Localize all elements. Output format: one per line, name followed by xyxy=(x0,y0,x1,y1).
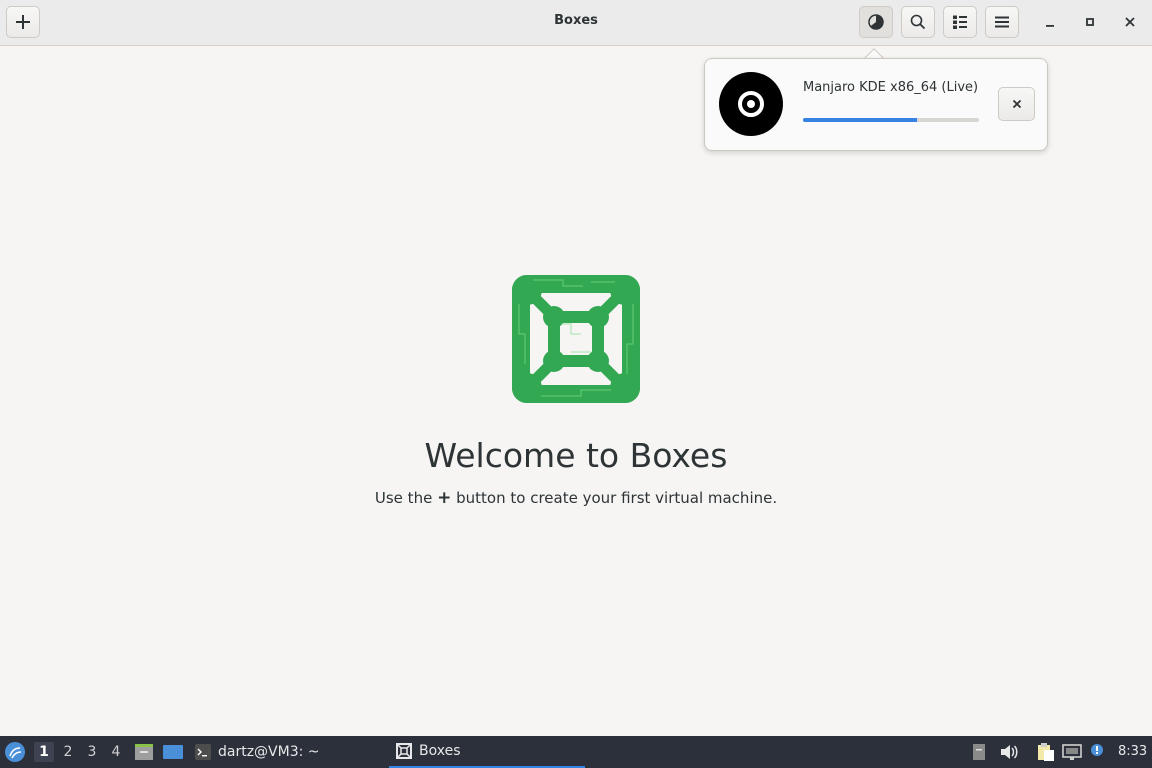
tray-notes[interactable] xyxy=(972,736,986,768)
welcome-subtitle: Use the + button to create your first vi… xyxy=(276,488,876,508)
taskbar: 1 2 3 4 dartz@VM3: ~ Boxes 8:33 xyxy=(0,736,1152,768)
tray-updates[interactable] xyxy=(1089,736,1107,768)
terminal-icon xyxy=(195,744,211,760)
download-item-name: Manjaro KDE x86_64 (Live) xyxy=(803,80,979,95)
search-icon xyxy=(910,14,926,30)
start-menu-button[interactable] xyxy=(4,736,26,768)
view-toggle-button[interactable] xyxy=(943,6,977,38)
welcome-title: Welcome to Boxes xyxy=(424,436,728,475)
workspace-4[interactable]: 4 xyxy=(106,742,126,762)
task-boxes-label: Boxes xyxy=(419,743,461,759)
new-vm-button[interactable] xyxy=(6,6,40,38)
window-title: Boxes xyxy=(554,13,598,28)
task-boxes[interactable]: Boxes xyxy=(389,736,585,768)
search-button[interactable] xyxy=(901,6,935,38)
task-terminal-label: dartz@VM3: ~ xyxy=(218,744,320,760)
file-manager-icon xyxy=(135,744,153,760)
show-desktop-button[interactable] xyxy=(162,736,184,768)
close-icon xyxy=(1012,99,1021,109)
maximize-button[interactable] xyxy=(1079,11,1101,33)
maximize-icon xyxy=(1086,18,1094,26)
disc-icon xyxy=(719,72,783,136)
subtitle-plus: + xyxy=(437,488,452,508)
view-list-icon xyxy=(953,15,967,29)
download-progress-bar xyxy=(803,118,979,122)
clock[interactable]: 8:33 xyxy=(1118,744,1147,759)
download-progress-fill xyxy=(803,118,918,122)
downloads-button[interactable] xyxy=(859,6,893,38)
cancel-download-button[interactable] xyxy=(998,87,1035,121)
workspace-1[interactable]: 1 xyxy=(34,742,54,762)
downloads-popover: Manjaro KDE x86_64 (Live) xyxy=(704,58,1048,151)
workspace-3[interactable]: 3 xyxy=(82,742,102,762)
plus-icon xyxy=(16,15,30,29)
network-icon xyxy=(1062,744,1082,760)
subtitle-text-before: Use the xyxy=(374,489,433,507)
tray-clipboard[interactable] xyxy=(1035,736,1055,768)
subtitle-text-after: button to create your first virtual mach… xyxy=(456,489,778,507)
task-terminal[interactable]: dartz@VM3: ~ xyxy=(194,736,374,768)
desktop-icon xyxy=(163,745,183,759)
header-bar: Boxes xyxy=(0,0,1152,46)
downloads-icon xyxy=(868,14,884,30)
volume-icon xyxy=(1001,745,1018,759)
close-icon xyxy=(1125,17,1135,27)
menu-icon xyxy=(995,16,1009,28)
boxes-logo xyxy=(512,275,640,403)
update-notification-icon xyxy=(1091,744,1103,756)
minimize-icon xyxy=(1046,25,1054,27)
minimize-button[interactable] xyxy=(1039,11,1061,33)
close-button[interactable] xyxy=(1119,11,1141,33)
workspace-2[interactable]: 2 xyxy=(58,742,78,762)
notes-icon xyxy=(973,744,985,760)
clipboard-icon xyxy=(1038,743,1054,761)
distro-logo-icon xyxy=(5,742,25,762)
tray-volume[interactable] xyxy=(999,736,1019,768)
boxes-icon xyxy=(396,743,412,759)
tray-network[interactable] xyxy=(1062,736,1082,768)
file-manager-launcher[interactable] xyxy=(134,736,154,768)
main-menu-button[interactable] xyxy=(985,6,1019,38)
